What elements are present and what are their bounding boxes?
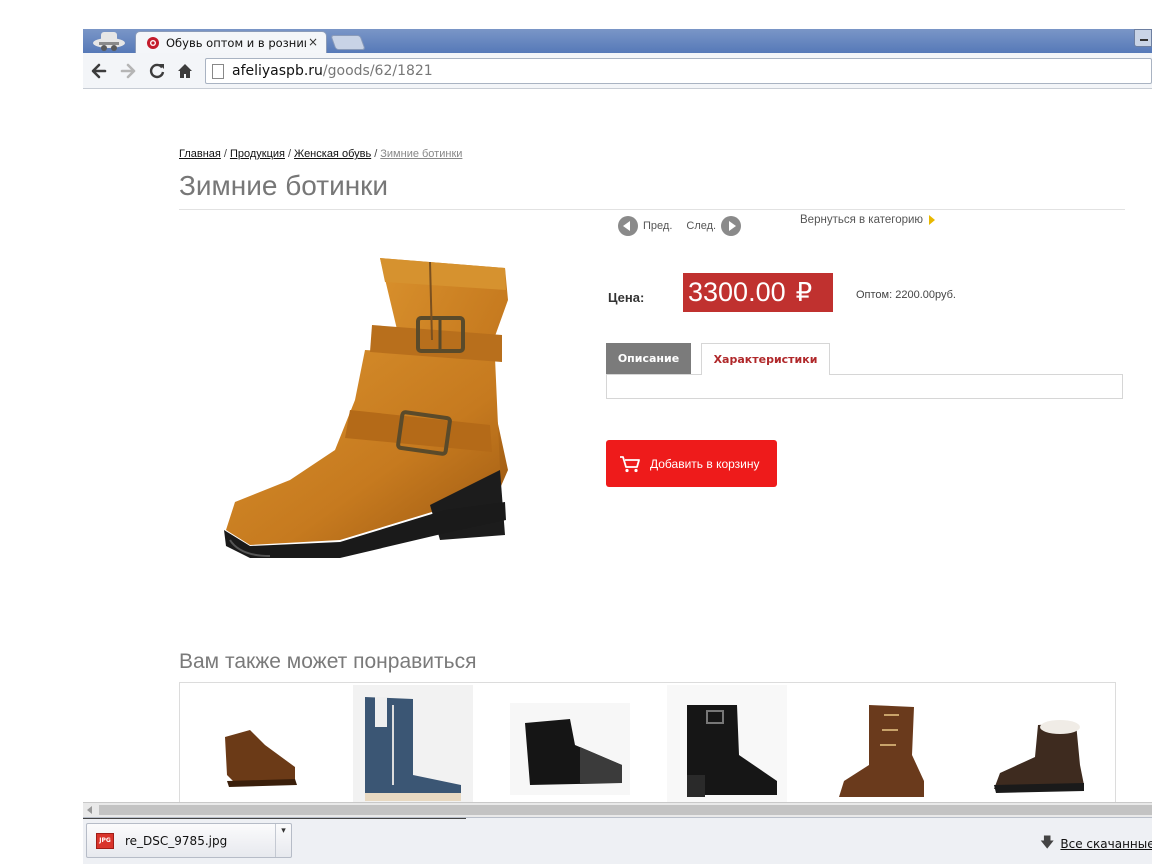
breadcrumb-women-shoes[interactable]: Женская обувь bbox=[294, 148, 371, 160]
download-arrow-icon: 🡇 bbox=[1040, 835, 1055, 851]
product-image-boot[interactable] bbox=[190, 240, 550, 590]
back-arrow-icon[interactable] bbox=[89, 61, 109, 81]
prev-next-nav: Пред. След. bbox=[618, 215, 742, 237]
incognito-icon bbox=[93, 32, 125, 51]
add-to-cart-button[interactable]: Добавить в корзину bbox=[606, 440, 777, 487]
related-item-black-ankle-boot[interactable] bbox=[667, 685, 787, 803]
related-item-denim-boot[interactable] bbox=[353, 685, 473, 803]
browser-tab-active[interactable]: Обувь оптом и в розниц × bbox=[135, 31, 327, 54]
next-link[interactable]: След. bbox=[686, 220, 716, 232]
next-arrow-icon[interactable] bbox=[721, 216, 742, 236]
scroll-thumb[interactable] bbox=[99, 805, 1152, 815]
related-item-brown-lace-boot[interactable] bbox=[824, 685, 944, 803]
browser-window: Обувь оптом и в розниц × afeliyaspb.ru/g… bbox=[0, 0, 1152, 864]
breadcrumb: Главная / Продукция / Женская обувь / Зимние б… bbox=[179, 148, 463, 160]
related-item-brown-shoe[interactable] bbox=[195, 685, 315, 803]
flower-favicon-icon bbox=[147, 37, 159, 49]
home-icon[interactable] bbox=[175, 61, 195, 81]
price-value: 3300.00 bbox=[688, 277, 786, 307]
breadcrumb-home[interactable]: Главная bbox=[179, 148, 221, 160]
wholesale-price: Оптом: 2200.00руб. bbox=[856, 289, 956, 301]
breadcrumb-current[interactable]: Зимние ботинки bbox=[380, 148, 462, 160]
tab-strip: Обувь оптом и в розниц × bbox=[83, 29, 1152, 54]
horizontal-scrollbar[interactable] bbox=[83, 802, 1152, 817]
price-badge: 3300.00 ₽ bbox=[683, 273, 833, 312]
tab-panel bbox=[606, 374, 1123, 399]
download-item[interactable]: JPG re_DSC_9785.jpg ▾ bbox=[86, 823, 292, 858]
related-item-black-lowboot[interactable] bbox=[510, 685, 630, 803]
tab-description[interactable]: Описание bbox=[606, 343, 691, 374]
tab-close-icon[interactable]: × bbox=[308, 35, 318, 49]
tab-specifications[interactable]: Характеристики bbox=[701, 343, 830, 375]
url-text[interactable]: afeliyaspb.ru/goods/62/1821 bbox=[232, 63, 433, 79]
prev-arrow-icon[interactable] bbox=[618, 216, 638, 236]
scroll-left-icon[interactable] bbox=[87, 806, 92, 814]
add-to-cart-label: Добавить в корзину bbox=[650, 456, 760, 471]
reload-icon[interactable] bbox=[147, 61, 167, 81]
price-label: Цена: bbox=[608, 290, 645, 305]
related-title: Вам также может понравиться bbox=[179, 650, 477, 673]
forward-arrow-icon[interactable] bbox=[118, 61, 138, 81]
back-to-category-link[interactable]: Вернуться в категорию bbox=[800, 214, 936, 226]
ruble-icon: ₽ bbox=[795, 277, 813, 307]
new-tab-button[interactable] bbox=[330, 35, 366, 50]
download-file-name: re_DSC_9785.jpg bbox=[125, 834, 228, 848]
address-bar[interactable]: afeliyaspb.ru/goods/62/1821 bbox=[205, 58, 1152, 84]
minimize-button[interactable] bbox=[1134, 29, 1152, 47]
download-menu-icon[interactable]: ▾ bbox=[275, 824, 291, 857]
browser-toolbar: afeliyaspb.ru/goods/62/1821 bbox=[83, 53, 1152, 89]
breadcrumb-products[interactable]: Продукция bbox=[230, 148, 285, 160]
prev-link[interactable]: Пред. bbox=[643, 220, 672, 232]
tab-title: Обувь оптом и в розниц bbox=[166, 36, 306, 50]
all-downloads-link[interactable]: 🡇 Все скачанные ф bbox=[1040, 832, 1152, 856]
download-shelf: JPG re_DSC_9785.jpg ▾ 🡇 Все скачанные ф bbox=[83, 817, 1152, 864]
page-icon bbox=[212, 64, 224, 79]
title-divider bbox=[179, 209, 1125, 210]
shelf-divider bbox=[83, 818, 466, 819]
cart-icon bbox=[620, 455, 640, 472]
triangle-right-icon bbox=[929, 215, 936, 225]
jpg-file-icon: JPG bbox=[96, 833, 114, 849]
related-item-fur-lace-boot[interactable] bbox=[980, 685, 1100, 803]
page-title: Зимние ботинки bbox=[179, 170, 389, 201]
related-products bbox=[179, 682, 1116, 812]
